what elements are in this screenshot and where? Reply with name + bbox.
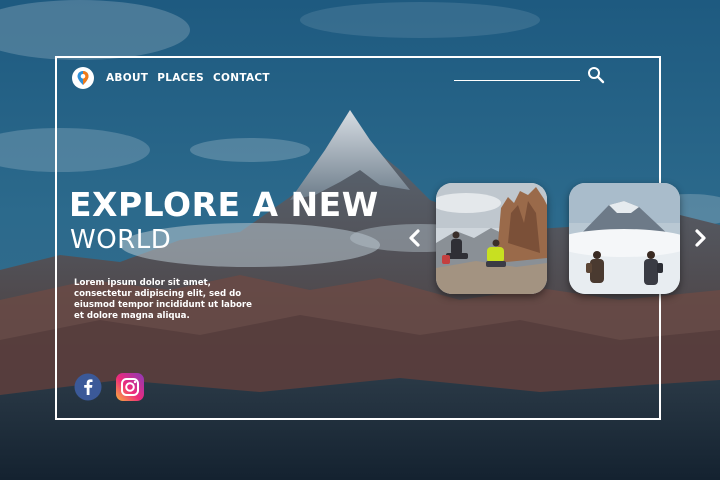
search-input[interactable] [454,64,580,81]
nav-link-about[interactable]: ABOUT [106,72,148,84]
carousel-card-hikers[interactable] [436,183,547,294]
couple-before-volcano-photo [569,183,680,294]
chevron-right-icon[interactable] [690,228,710,248]
top-navigation: ABOUT PLACES CONTACT [72,67,270,89]
facebook-icon[interactable] [74,373,102,401]
carousel-card-volcano[interactable] [569,183,680,294]
hero-title: EXPLORE A NEW [69,185,379,224]
hero-subtitle: WORLD [70,225,172,255]
chevron-left-icon[interactable] [405,228,425,248]
location-pin-icon[interactable] [72,67,94,89]
hero-description: Lorem ipsum dolor sit amet, consectetur … [74,278,252,321]
instagram-icon[interactable] [116,373,144,401]
nav-link-places[interactable]: PLACES [157,72,204,84]
hikers-on-rocky-summit-photo [436,183,547,294]
nav-link-contact[interactable]: CONTACT [213,72,270,84]
nav-links: ABOUT PLACES CONTACT [106,72,270,84]
search-icon[interactable] [587,66,605,84]
